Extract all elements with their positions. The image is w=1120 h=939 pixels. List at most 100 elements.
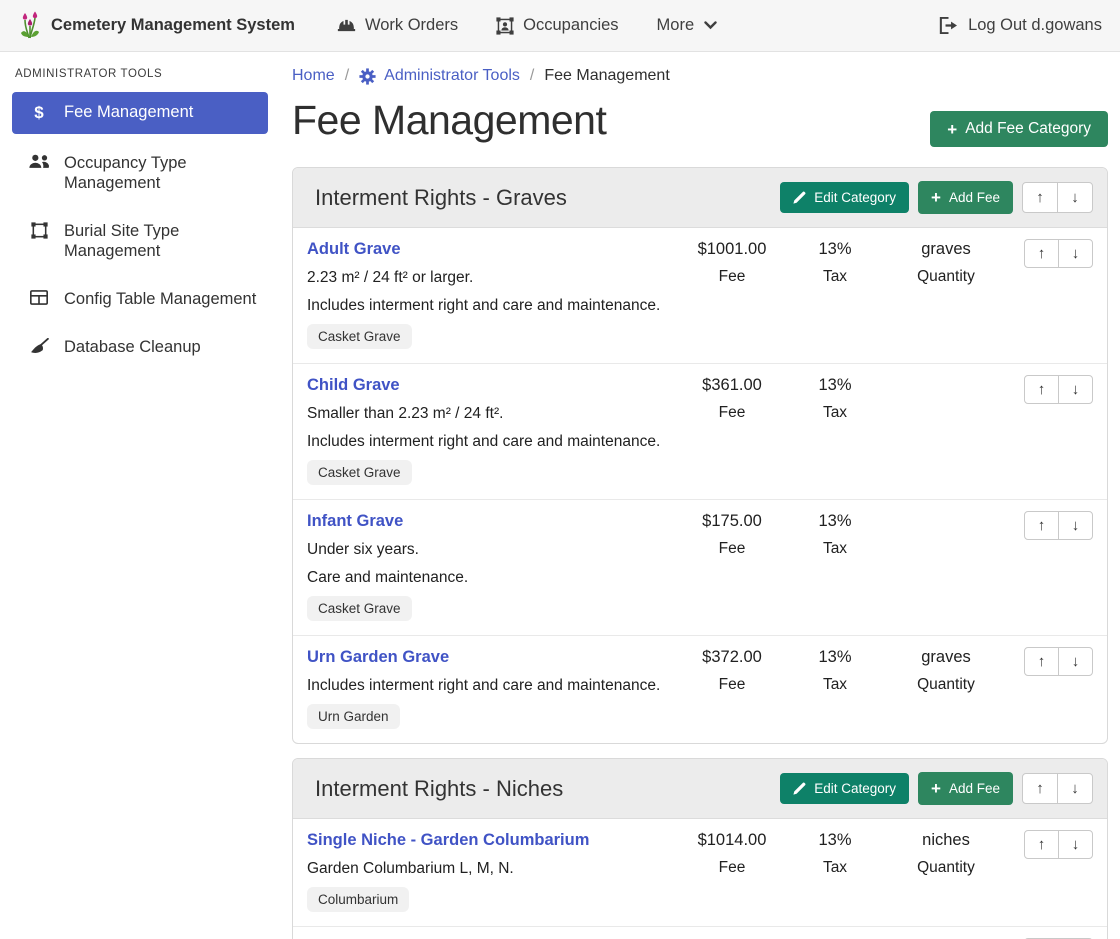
move-fee-up-button[interactable]: ↑ bbox=[1024, 647, 1059, 676]
fee-description: Includes interment right and care and ma… bbox=[307, 297, 679, 315]
breadcrumb-admin-tools-link[interactable]: Administrator Tools bbox=[359, 67, 520, 85]
move-fee-down-button[interactable]: ↓ bbox=[1058, 239, 1093, 268]
broom-icon bbox=[27, 338, 51, 354]
add-fee-button[interactable]: + Add Fee bbox=[918, 772, 1013, 805]
dollar-icon: $ bbox=[27, 103, 51, 124]
fee-description: Smaller than 2.23 m² / 24 ft². bbox=[307, 405, 679, 423]
fee-name-link[interactable]: Adult Grave bbox=[307, 240, 401, 259]
move-fee-down-button[interactable]: ↓ bbox=[1058, 375, 1093, 404]
tax-label: Tax bbox=[785, 859, 885, 877]
fee-description: Care and maintenance. bbox=[307, 569, 679, 587]
fee-amount: $1014.00 bbox=[679, 831, 785, 850]
fee-label: Fee bbox=[679, 540, 785, 558]
fee-type-badge: Urn Garden bbox=[307, 704, 400, 729]
nav-more-menu[interactable]: More bbox=[657, 16, 718, 35]
fee-row-adult-grave: Adult Grave 2.23 m² / 24 ft² or larger. … bbox=[293, 228, 1107, 364]
fee-row-child-grave: Child Grave Smaller than 2.23 m² / 24 ft… bbox=[293, 364, 1107, 500]
sidebar-item-database-cleanup[interactable]: Database Cleanup bbox=[12, 328, 268, 366]
sidebar-heading: ADMINISTRATOR TOOLS bbox=[15, 68, 268, 80]
breadcrumb-separator: / bbox=[345, 67, 349, 85]
quantity-label: Quantity bbox=[885, 676, 1007, 694]
move-fee-down-button[interactable]: ↓ bbox=[1058, 647, 1093, 676]
edit-category-label: Edit Category bbox=[814, 190, 896, 205]
category-header: Interment Rights - Graves Edit Category … bbox=[293, 168, 1107, 228]
fee-reorder-controls: ↑ ↓ bbox=[1015, 511, 1093, 621]
category-title: Interment Rights - Niches bbox=[315, 776, 563, 802]
tax-label: Tax bbox=[785, 676, 885, 694]
move-fee-up-button[interactable]: ↑ bbox=[1024, 511, 1059, 540]
tax-label: Tax bbox=[785, 404, 885, 422]
plus-icon: + bbox=[947, 121, 957, 138]
add-fee-category-button[interactable]: + Add Fee Category bbox=[930, 111, 1108, 147]
breadcrumb-admin-tools-label: Administrator Tools bbox=[384, 67, 520, 85]
move-category-down-button[interactable]: ↓ bbox=[1057, 182, 1093, 213]
fee-category-card-graves: Interment Rights - Graves Edit Category … bbox=[292, 167, 1108, 744]
fee-amount: $372.00 bbox=[679, 648, 785, 667]
top-navbar: Cemetery Management System Work Orders O… bbox=[0, 0, 1120, 52]
move-fee-up-button[interactable]: ↑ bbox=[1024, 830, 1059, 859]
fee-type-badge: Casket Grave bbox=[307, 324, 412, 349]
fee-row-urn-garden-grave: Urn Garden Grave Includes interment righ… bbox=[293, 636, 1107, 743]
quantity-value: niches bbox=[885, 831, 1007, 850]
table-icon bbox=[27, 290, 51, 305]
fee-row-companion-niche: Companion Niche - Garden Columbarium Gar… bbox=[293, 927, 1107, 939]
nav-occupancies[interactable]: Occupancies bbox=[496, 16, 618, 35]
nav-work-orders[interactable]: Work Orders bbox=[337, 16, 458, 35]
move-category-up-button[interactable]: ↑ bbox=[1022, 773, 1058, 804]
sidebar-item-fee-management[interactable]: $ Fee Management bbox=[12, 92, 268, 134]
logout-icon bbox=[939, 17, 958, 34]
sidebar-item-config-table-management[interactable]: Config Table Management bbox=[12, 280, 268, 318]
pencil-icon bbox=[793, 191, 806, 204]
quantity-value: graves bbox=[885, 240, 1007, 259]
vector-square-icon bbox=[27, 222, 51, 239]
app-brand[interactable]: Cemetery Management System bbox=[18, 11, 295, 41]
fee-name-link[interactable]: Single Niche - Garden Columbarium bbox=[307, 831, 589, 850]
add-fee-label: Add Fee bbox=[949, 781, 1000, 796]
quantity-column: niches Quantity bbox=[885, 830, 1007, 912]
move-fee-down-button[interactable]: ↓ bbox=[1058, 511, 1093, 540]
edit-category-button[interactable]: Edit Category bbox=[780, 773, 909, 804]
fee-name-link[interactable]: Urn Garden Grave bbox=[307, 648, 449, 667]
move-fee-up-button[interactable]: ↑ bbox=[1024, 239, 1059, 268]
occupant-frame-icon bbox=[496, 17, 514, 35]
breadcrumb-home-link[interactable]: Home bbox=[292, 67, 335, 85]
nav-more-label: More bbox=[657, 16, 695, 35]
logout-button[interactable]: Log Out d.gowans bbox=[939, 16, 1102, 35]
move-fee-down-button[interactable]: ↓ bbox=[1058, 830, 1093, 859]
tax-value: 13% bbox=[785, 376, 885, 395]
plus-icon: + bbox=[931, 189, 941, 206]
fee-type-badge: Casket Grave bbox=[307, 596, 412, 621]
quantity-label: Quantity bbox=[885, 268, 1007, 286]
tax-label: Tax bbox=[785, 268, 885, 286]
tax-column: 13% Tax bbox=[785, 239, 885, 349]
tax-column: 13% Tax bbox=[785, 647, 885, 729]
fee-type-badge: Casket Grave bbox=[307, 460, 412, 485]
logout-label: Log Out d.gowans bbox=[968, 16, 1102, 35]
sidebar-item-burial-site-type-management[interactable]: Burial Site Type Management bbox=[12, 212, 268, 270]
fee-reorder-controls: ↑ ↓ bbox=[1015, 830, 1093, 912]
tulip-logo-icon bbox=[18, 11, 42, 41]
sidebar-item-occupancy-type-management[interactable]: Occupancy Type Management bbox=[12, 144, 268, 202]
plus-icon: + bbox=[931, 780, 941, 797]
edit-category-button[interactable]: Edit Category bbox=[780, 182, 909, 213]
move-category-up-button[interactable]: ↑ bbox=[1022, 182, 1058, 213]
add-fee-label: Add Fee bbox=[949, 190, 1000, 205]
add-fee-category-label: Add Fee Category bbox=[965, 120, 1091, 138]
fee-label: Fee bbox=[679, 676, 785, 694]
tax-value: 13% bbox=[785, 831, 885, 850]
fee-description: Garden Columbarium L, M, N. bbox=[307, 860, 679, 878]
move-category-down-button[interactable]: ↓ bbox=[1057, 773, 1093, 804]
fee-amount-column: $175.00 Fee bbox=[679, 511, 785, 621]
sidebar-item-label: Config Table Management bbox=[64, 289, 256, 309]
sidebar-item-label: Burial Site Type Management bbox=[64, 221, 260, 261]
fee-name-link[interactable]: Infant Grave bbox=[307, 512, 403, 531]
fee-amount-column: $1001.00 Fee bbox=[679, 239, 785, 349]
users-icon bbox=[27, 154, 51, 169]
main-content: Home / bbox=[280, 52, 1120, 939]
fee-name-link[interactable]: Child Grave bbox=[307, 376, 400, 395]
move-fee-up-button[interactable]: ↑ bbox=[1024, 375, 1059, 404]
fee-description: Includes interment right and care and ma… bbox=[307, 677, 679, 695]
add-fee-button[interactable]: + Add Fee bbox=[918, 181, 1013, 214]
fee-reorder-controls: ↑ ↓ bbox=[1015, 375, 1093, 485]
fee-row-infant-grave: Infant Grave Under six years. Care and m… bbox=[293, 500, 1107, 636]
